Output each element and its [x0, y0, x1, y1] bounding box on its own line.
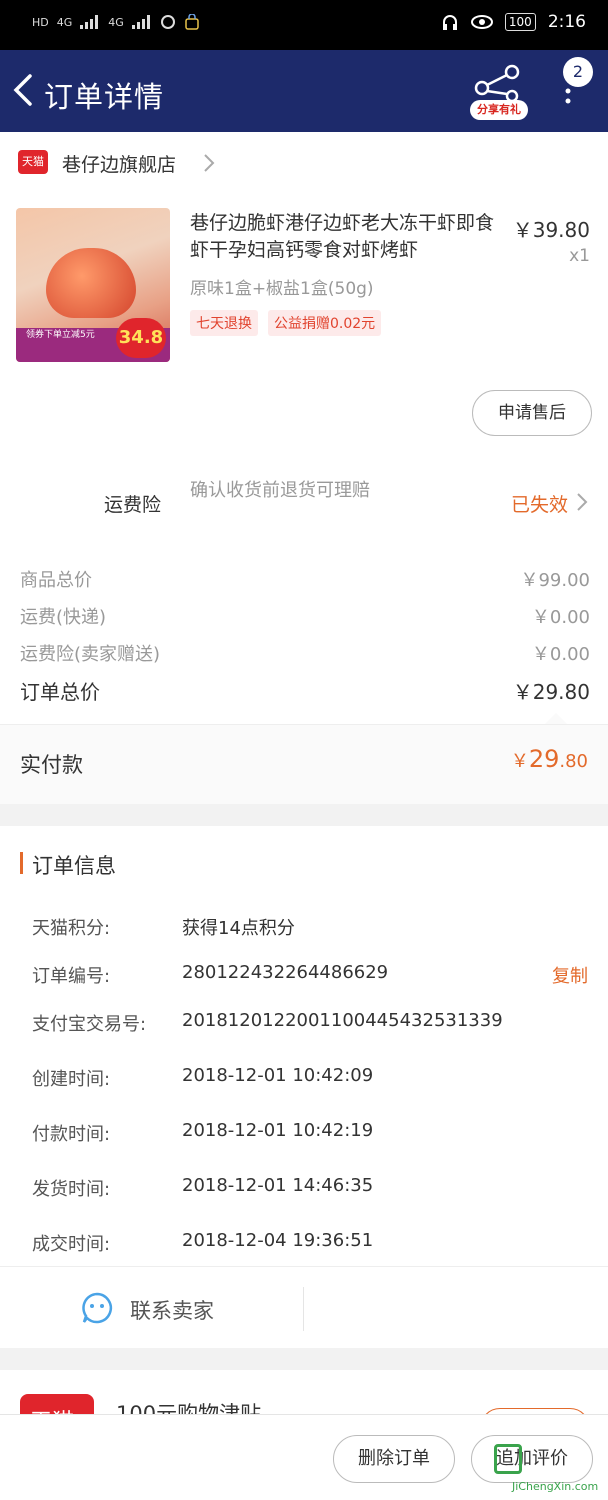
info-value: 280122432264486629 [182, 962, 389, 983]
tag-charity: 公益捐赠0.02元 [268, 310, 382, 336]
back-arrow-icon[interactable] [8, 70, 44, 110]
order-total-label: 订单总价 [20, 680, 100, 704]
after-sale-button[interactable]: 申请售后 [472, 390, 592, 436]
fee-value: ￥0.00 [531, 607, 590, 628]
delete-order-button[interactable]: 删除订单 [333, 1435, 455, 1483]
info-key: 支付宝交易号: [32, 1014, 147, 1035]
info-value: 2018120122001100445432531339 [182, 1010, 503, 1031]
chat-face-icon [82, 1292, 113, 1324]
page-title: 订单详情 [44, 80, 165, 114]
order-total-value: ￥29.80 [512, 680, 590, 704]
watermark: JiChengXin.com [490, 1444, 608, 1500]
eye-icon [470, 15, 493, 29]
fee-label: 运费险(卖家赠送) [20, 644, 161, 665]
product-price: ￥39.80 [512, 218, 590, 242]
network-4g-1: 4G [56, 15, 73, 29]
paid-label: 实付款 [20, 753, 83, 777]
thumb-price: 34.8 [116, 318, 166, 358]
info-key: 发货时间: [32, 1179, 111, 1200]
insurance-label: 运费险 [104, 494, 162, 516]
shop-row[interactable]: 天猫 巷仔边旗舰店 [0, 132, 608, 194]
tag-return: 七天退换 [190, 310, 258, 336]
more-icon[interactable] [556, 86, 580, 110]
info-value: 2018-12-04 19:36:51 [182, 1230, 374, 1251]
fee-value: ￥99.00 [520, 570, 590, 591]
fee-value: ￥0.00 [531, 644, 590, 665]
paid-integer: 29 [528, 745, 560, 773]
info-value: 2018-12-01 10:42:09 [182, 1065, 374, 1086]
share-button[interactable]: 分享有礼 [468, 62, 532, 122]
watermark-text: JiChengXin.com [512, 1480, 599, 1493]
product-spec: 原味1盒+椒盐1盒(50g) [190, 279, 374, 299]
paid-pointer [545, 713, 567, 724]
product-quantity: x1 [569, 246, 590, 266]
product-card: 领券下单立减5元 34.8 巷仔边脆虾港仔边虾老大冻干虾即食虾干孕妇高钙零食对虾… [0, 194, 608, 804]
info-key: 订单编号: [32, 966, 111, 987]
share-icon [474, 64, 520, 103]
fee-label: 运费(快递) [20, 607, 107, 628]
info-key: 成交时间: [32, 1234, 111, 1255]
heading-accent [20, 852, 23, 874]
product-tags: 七天退换 公益捐赠0.02元 [190, 310, 382, 336]
contact-seller-button[interactable]: 联系卖家 [0, 1266, 608, 1348]
insurance-description: 确认收货前退货可理赔 [190, 480, 370, 501]
info-value: 2018-12-01 14:46:35 [182, 1175, 374, 1196]
status-right: 100 2:16 [441, 12, 586, 32]
order-info-section: 订单信息 天猫积分: 获得14点积分 订单编号: 280122432264486… [0, 826, 608, 1348]
shop-name[interactable]: 巷仔边旗舰店 [62, 150, 176, 177]
info-value: 获得14点积分 [182, 918, 295, 939]
info-key: 天猫积分: [32, 918, 111, 939]
info-key: 创建时间: [32, 1069, 111, 1090]
battery-indicator: 100 [504, 13, 536, 31]
tmall-tag: 天猫 [18, 150, 48, 174]
insurance-status[interactable]: 已失效 [511, 490, 568, 517]
paid-decimal: .80 [559, 751, 588, 772]
signal-icon [80, 15, 99, 29]
message-count-badge: 2 [563, 57, 593, 87]
signal-indicators: HD 4G 4G [32, 14, 200, 30]
fee-row-shipping: 运费(快递) ￥0.00 [20, 603, 590, 629]
fee-label: 商品总价 [20, 570, 92, 591]
chevron-right-icon [204, 154, 215, 172]
divider [303, 1287, 304, 1331]
paid-amount: ￥29.80 [511, 745, 588, 773]
watermark-logo-icon [494, 1444, 522, 1474]
chevron-right-icon [577, 493, 588, 511]
lock-bag-icon [185, 14, 199, 30]
order-info-heading: 订单信息 [32, 854, 116, 878]
shrimp-image [46, 248, 136, 318]
fee-row-goods: 商品总价 ￥99.00 [20, 566, 590, 592]
share-label: 分享有礼 [470, 100, 528, 120]
paid-row: 实付款 ￥29.80 [0, 724, 608, 804]
fee-row-insurance: 运费险(卖家赠送) ￥0.00 [20, 640, 590, 666]
info-key: 付款时间: [32, 1124, 111, 1145]
headset-icon [442, 15, 457, 30]
thumb-label: 领券下单立减5元 [26, 330, 95, 340]
contact-seller-label: 联系卖家 [130, 1299, 214, 1323]
hd-indicator: HD [32, 15, 49, 29]
product-thumbnail[interactable]: 领券下单立减5元 34.8 [16, 208, 170, 362]
product-title[interactable]: 巷仔边脆虾港仔边虾老大冻干虾即食虾干孕妇高钙零食对虾烤虾 [190, 210, 506, 264]
order-total-row: 订单总价 ￥29.80 [20, 676, 590, 705]
signal-icon-2 [131, 15, 150, 29]
nav-bar: 订单详情 分享有礼 [0, 50, 608, 132]
network-4g-2: 4G [108, 15, 124, 29]
info-value: 2018-12-01 10:42:19 [182, 1120, 374, 1141]
clock: 2:16 [547, 12, 586, 32]
paid-currency: ￥ [510, 751, 529, 772]
sync-icon [160, 15, 175, 29]
copy-button[interactable]: 复制 [552, 962, 588, 988]
status-bar: HD 4G 4G 100 2:16 [0, 0, 608, 50]
